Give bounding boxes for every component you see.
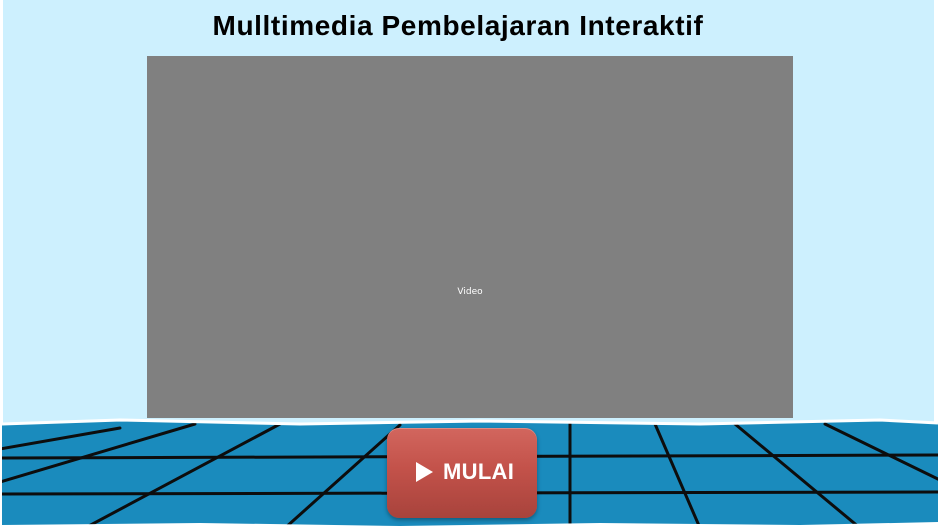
video-label: Video	[457, 287, 483, 297]
play-icon	[416, 462, 433, 482]
start-button[interactable]: MULAI	[387, 428, 537, 518]
video-player[interactable]: Video	[147, 56, 793, 418]
stage: Mulltimedia Pembelajaran Interaktif Vide…	[0, 0, 940, 528]
start-button-label: MULAI	[443, 459, 515, 484]
page-title: Mulltimedia Pembelajaran Interaktif	[212, 10, 704, 41]
